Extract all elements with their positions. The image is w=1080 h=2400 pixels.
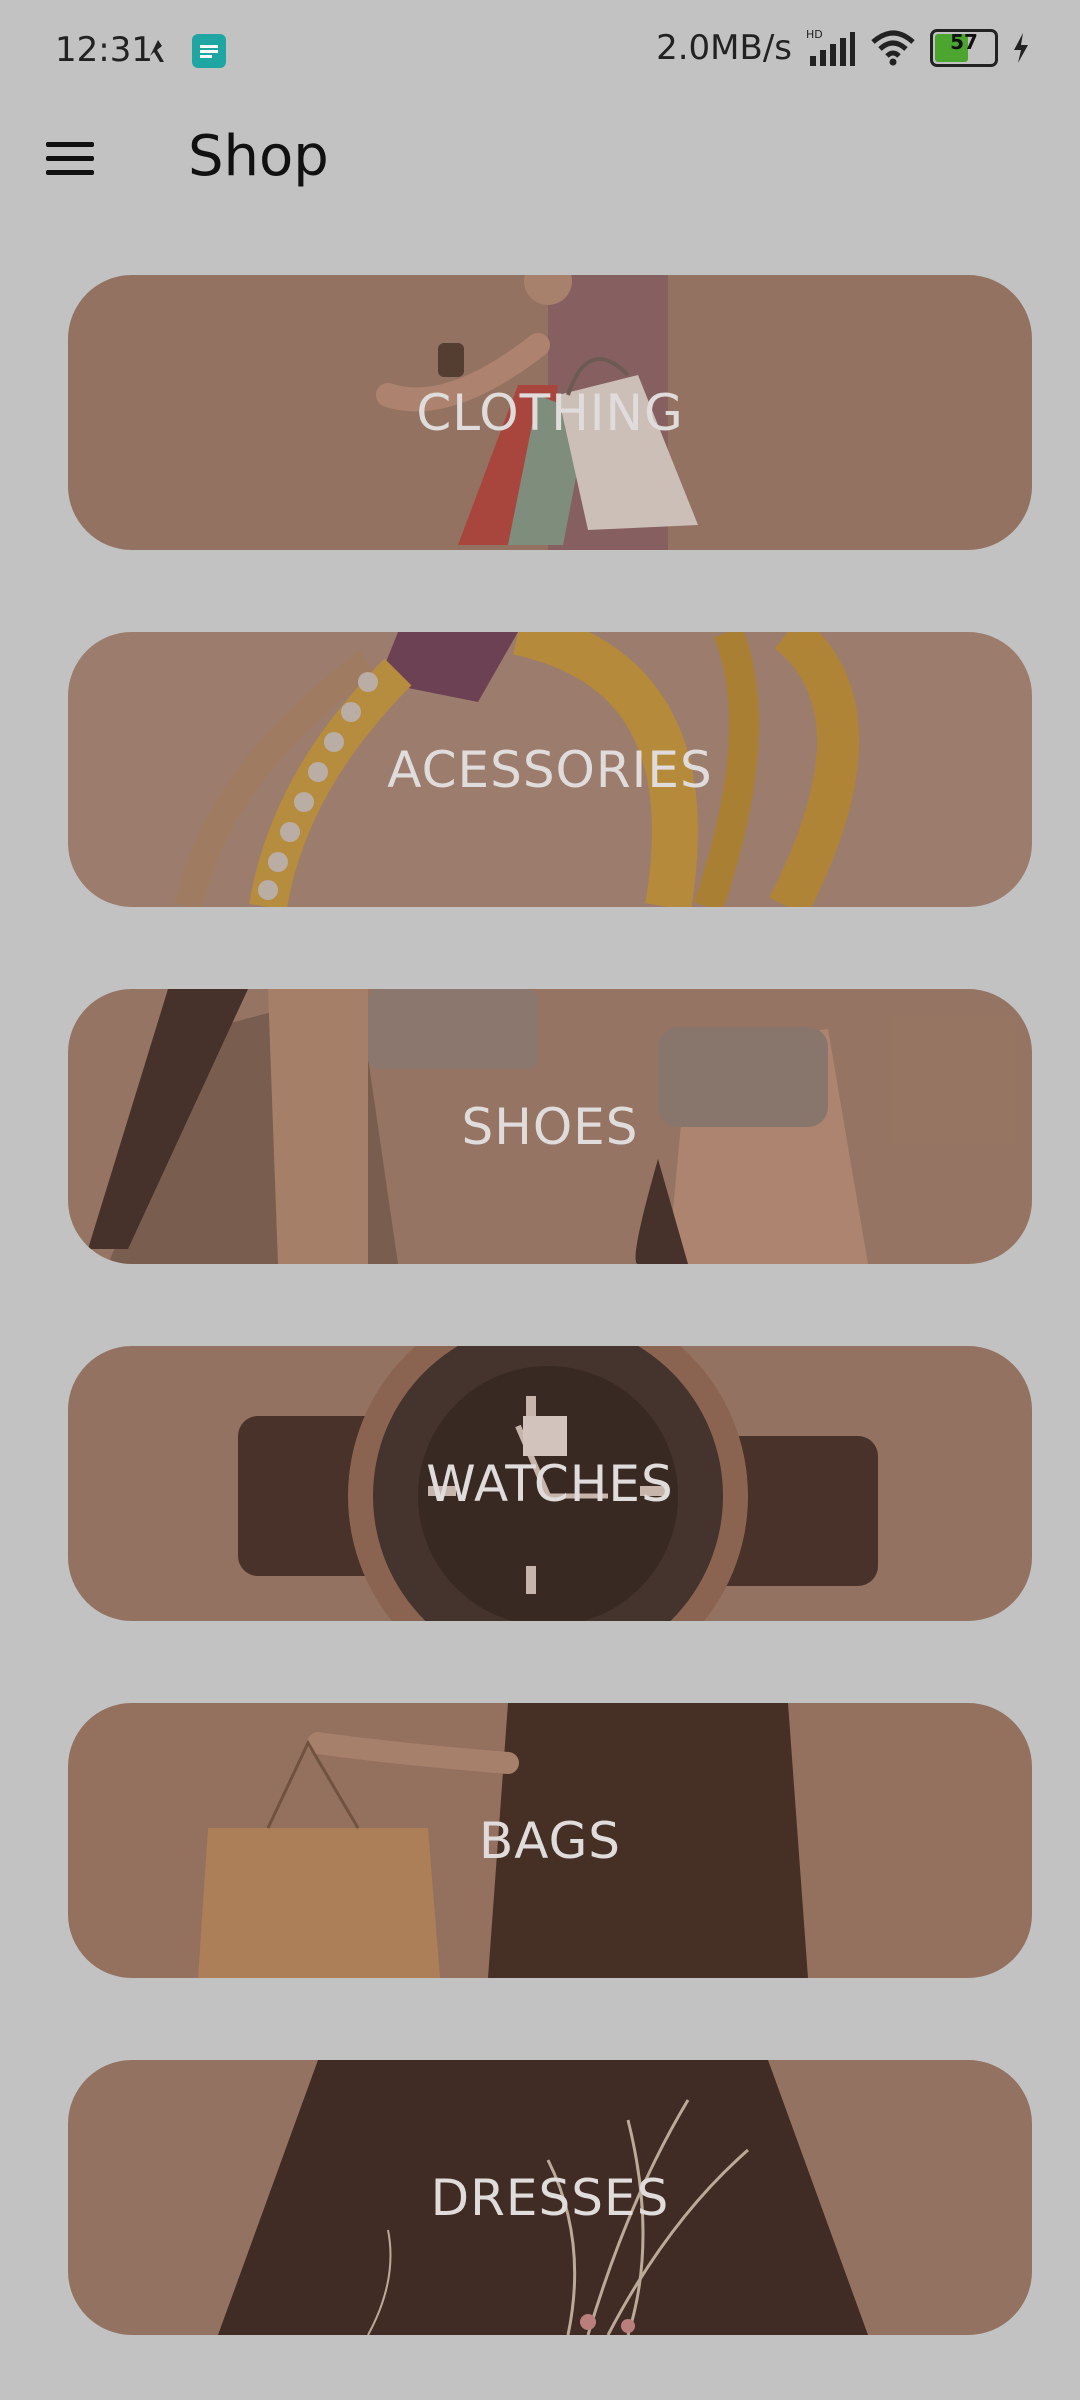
category-label: DRESSES — [430, 2168, 670, 2227]
signal-strength-icon: HD — [806, 28, 855, 66]
category-card-clothing[interactable]: CLOTHING — [68, 275, 1032, 550]
status-time: 12:31 — [55, 30, 153, 70]
category-card-bags[interactable]: BAGS — [68, 1703, 1032, 1978]
message-notification-icon — [192, 34, 226, 68]
status-left-icons — [148, 34, 226, 68]
page-title: Shop — [188, 124, 329, 189]
status-bar: 12:31 2.0MB/s HD 57 — [0, 0, 1080, 100]
battery-percent: 57 — [950, 30, 978, 54]
category-label: CLOTHING — [416, 383, 684, 442]
network-speed: 2.0MB/s — [656, 28, 792, 68]
hamburger-menu-icon[interactable] — [40, 136, 100, 186]
category-card-accessories[interactable]: ACESSORIES — [68, 632, 1032, 907]
app-bar: Shop — [0, 100, 1080, 220]
wifi-icon — [871, 30, 915, 66]
category-card-shoes[interactable]: SHOES — [68, 989, 1032, 1264]
category-card-dresses[interactable]: DRESSES — [68, 2060, 1032, 2335]
notification-app-icon — [150, 40, 164, 62]
charging-bolt-icon — [1014, 33, 1028, 63]
status-right-icons: 2.0MB/s HD 57 — [656, 28, 1030, 68]
network-type-label: HD — [806, 28, 823, 41]
battery-icon: 57 — [930, 29, 998, 67]
category-label: WATCHES — [426, 1454, 674, 1513]
category-label: SHOES — [461, 1097, 639, 1156]
category-card-watches[interactable]: WATCHES — [68, 1346, 1032, 1621]
category-label: ACESSORIES — [387, 740, 713, 799]
category-label: BAGS — [478, 1811, 622, 1870]
category-list: CLOTHING ACESSORIES SHOES WATCHES BAGS D… — [68, 275, 1032, 2335]
